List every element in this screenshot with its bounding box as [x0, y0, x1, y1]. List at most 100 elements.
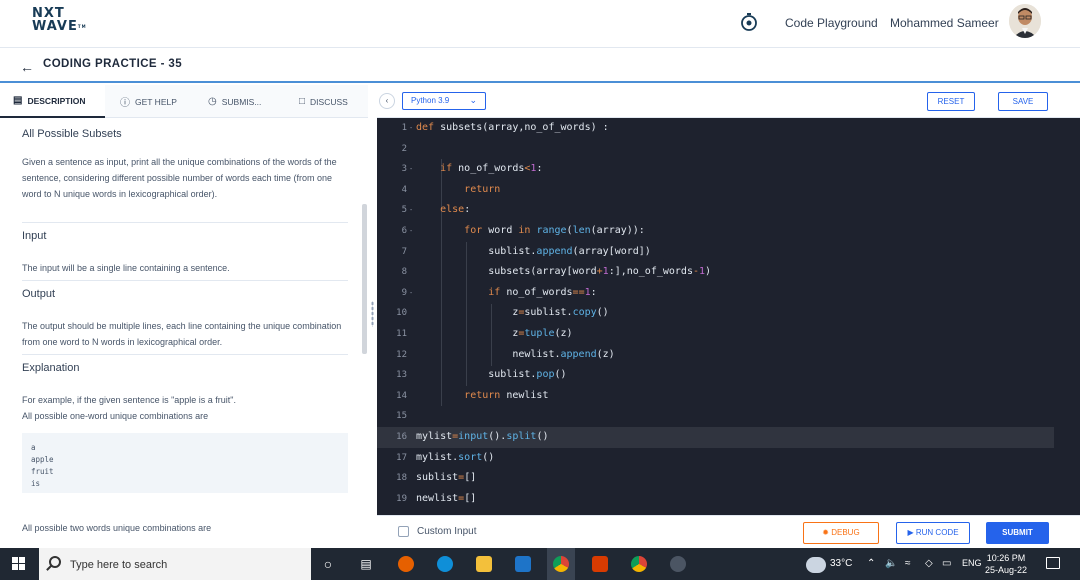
back-arrow-icon[interactable]: ← [20, 59, 34, 75]
fold-toggle-icon[interactable]: - [409, 283, 413, 304]
clock-date: 25-Aug-22 [985, 565, 1028, 575]
code-line[interactable]: 5- else: [377, 200, 1080, 221]
line-number: 1 [401, 123, 407, 133]
explanation-text: All possible one-word unique combination… [22, 411, 209, 421]
tab-submissions[interactable]: ◷ SUBMIS... [208, 85, 261, 118]
fold-toggle-icon[interactable]: - [409, 159, 413, 180]
code-line[interactable]: 9- if no_of_words==1: [377, 283, 1080, 304]
problem-tabs: ▤ DESCRIPTION ⓘ GET HELP ◷ SUBMIS... □ D… [0, 85, 368, 118]
clock[interactable]: 10:26 PM 25-Aug-22 [985, 552, 1027, 576]
input-description: The input will be a single line containi… [22, 263, 230, 273]
chrome-icon[interactable] [553, 556, 569, 572]
code-text: return [464, 183, 501, 195]
code-line[interactable]: 3- if no_of_words<1: [377, 159, 1080, 180]
line-number: 7 [401, 246, 407, 257]
submit-button[interactable]: SUBMIT [986, 522, 1049, 544]
fold-toggle-icon[interactable]: - [409, 221, 413, 242]
office-icon[interactable] [592, 556, 608, 572]
battery-icon[interactable]: ▭ [942, 558, 951, 569]
line-number: 5 [401, 205, 407, 216]
line-number: 10 [396, 308, 407, 319]
code-line[interactable]: 10 z=sublist.copy() [377, 303, 1080, 324]
avatar[interactable] [1009, 4, 1041, 38]
custom-input-label: Custom Input [417, 526, 477, 537]
input-heading: Input [22, 230, 47, 242]
collapse-left-icon[interactable]: ‹ [379, 93, 395, 109]
code-playground-link[interactable]: Code Playground [785, 16, 878, 30]
problem-content: All Possible Subsets Given a sentence as… [0, 119, 362, 548]
code-line[interactable]: 12 newlist.append(z) [377, 345, 1080, 366]
fold-toggle-icon[interactable]: - [409, 200, 413, 221]
code-text: sublist=[] [416, 472, 477, 484]
code-line[interactable]: 11 z=tuple(z) [377, 324, 1080, 345]
volume-icon[interactable]: 🔈 [885, 558, 897, 569]
tab-description[interactable]: ▤ DESCRIPTION [0, 85, 105, 118]
tab-get-help[interactable]: ⓘ GET HELP [120, 85, 177, 118]
line-number: 19 [396, 493, 407, 504]
debug-button-label: DEBUG [831, 528, 860, 537]
tab-discuss[interactable]: □ DISCUSS [299, 85, 348, 118]
code-line[interactable]: 2 [377, 139, 1080, 160]
help-icon: ⓘ [120, 98, 130, 109]
custom-input-checkbox[interactable] [398, 526, 409, 537]
code-text: return newlist [464, 389, 549, 401]
problem-panel: ▤ DESCRIPTION ⓘ GET HELP ◷ SUBMIS... □ D… [0, 85, 368, 548]
code-line[interactable]: 17 mylist.sort() [377, 448, 1080, 469]
cortana-icon[interactable]: ○ [320, 556, 336, 572]
chevron-up-icon[interactable]: ⌃ [867, 558, 875, 569]
nxtwave-app-icon[interactable] [670, 556, 686, 572]
network-icon[interactable]: ◇ [925, 558, 933, 569]
run-code-button[interactable]: ▶ RUN CODE [896, 522, 970, 544]
code-editor[interactable]: 1- def subsets(array,no_of_words) :23- if… [377, 118, 1080, 515]
fold-toggle-icon[interactable]: - [409, 118, 413, 139]
explanation-text: All possible two words unique combinatio… [22, 523, 212, 533]
code-line[interactable]: 13 sublist.pop() [377, 365, 1080, 386]
problem-description: Given a sentence as input, print all the… [22, 157, 337, 199]
divider [22, 280, 348, 281]
code-line[interactable]: 16 mylist=input().split() [377, 427, 1055, 448]
chrome-icon[interactable] [631, 556, 647, 572]
code-line[interactable]: 6- for word in range(len(array)): [377, 221, 1080, 242]
example-code-block: a apple fruit is [22, 433, 348, 493]
output-description: The output should be multiple lines, eac… [22, 321, 342, 347]
notification-icon[interactable] [1046, 557, 1060, 569]
task-view-icon[interactable]: ▤ [358, 556, 374, 572]
reset-button[interactable]: RESET [927, 92, 975, 111]
line-number: 14 [396, 390, 407, 401]
code-text: subsets(array[word+1:],no_of_words-1) [416, 266, 712, 278]
wifi-icon[interactable]: ≈ [905, 558, 911, 569]
user-name[interactable]: Mohammed Sameer [890, 16, 999, 30]
code-line[interactable]: 4 return [377, 180, 1080, 201]
language-indicator[interactable]: ENG [962, 558, 982, 568]
code-text: mylist.sort() [416, 451, 495, 463]
edge-icon[interactable] [437, 556, 453, 572]
taskbar-search[interactable]: Type here to search [39, 548, 311, 580]
code-line[interactable]: 18 sublist=[] [377, 468, 1080, 489]
stopwatch-icon[interactable] [740, 12, 758, 32]
search-icon [49, 556, 61, 568]
code-line[interactable]: 15 [377, 406, 1080, 427]
code-line[interactable]: 7 sublist.append(array[word]) [377, 242, 1080, 263]
mail-icon[interactable] [515, 556, 531, 572]
problem-title: All Possible Subsets [22, 128, 122, 140]
code-line[interactable]: 8 subsets(array[word+1:],no_of_words-1) [377, 262, 1080, 283]
weather-icon[interactable] [806, 557, 826, 573]
file-explorer-icon[interactable] [476, 556, 492, 572]
code-line[interactable]: 19 newlist=[] [377, 489, 1080, 510]
code-line[interactable]: 1- def subsets(array,no_of_words) : [377, 118, 1080, 139]
line-number: 18 [396, 473, 407, 484]
code-line[interactable]: 14 return newlist [377, 386, 1080, 407]
line-number: 9 [401, 287, 407, 298]
firefox-icon[interactable] [398, 556, 414, 572]
temperature-text[interactable]: 33°C [830, 558, 852, 569]
practice-title-bar: ← CODING PRACTICE - 35 [0, 49, 1080, 83]
save-button[interactable]: SAVE [998, 92, 1048, 111]
debug-button[interactable]: ✹ DEBUG [803, 522, 879, 544]
output-heading: Output [22, 288, 56, 300]
panel-resize-handle[interactable] [368, 85, 377, 548]
nxtwave-logo[interactable]: NXT WAVETM [32, 7, 87, 33]
panel-scrollbar[interactable] [362, 204, 367, 354]
windows-start-icon[interactable] [12, 557, 26, 571]
play-icon: ▶ [907, 528, 914, 537]
language-select[interactable]: Python 3.9 ⌄ [402, 92, 486, 110]
